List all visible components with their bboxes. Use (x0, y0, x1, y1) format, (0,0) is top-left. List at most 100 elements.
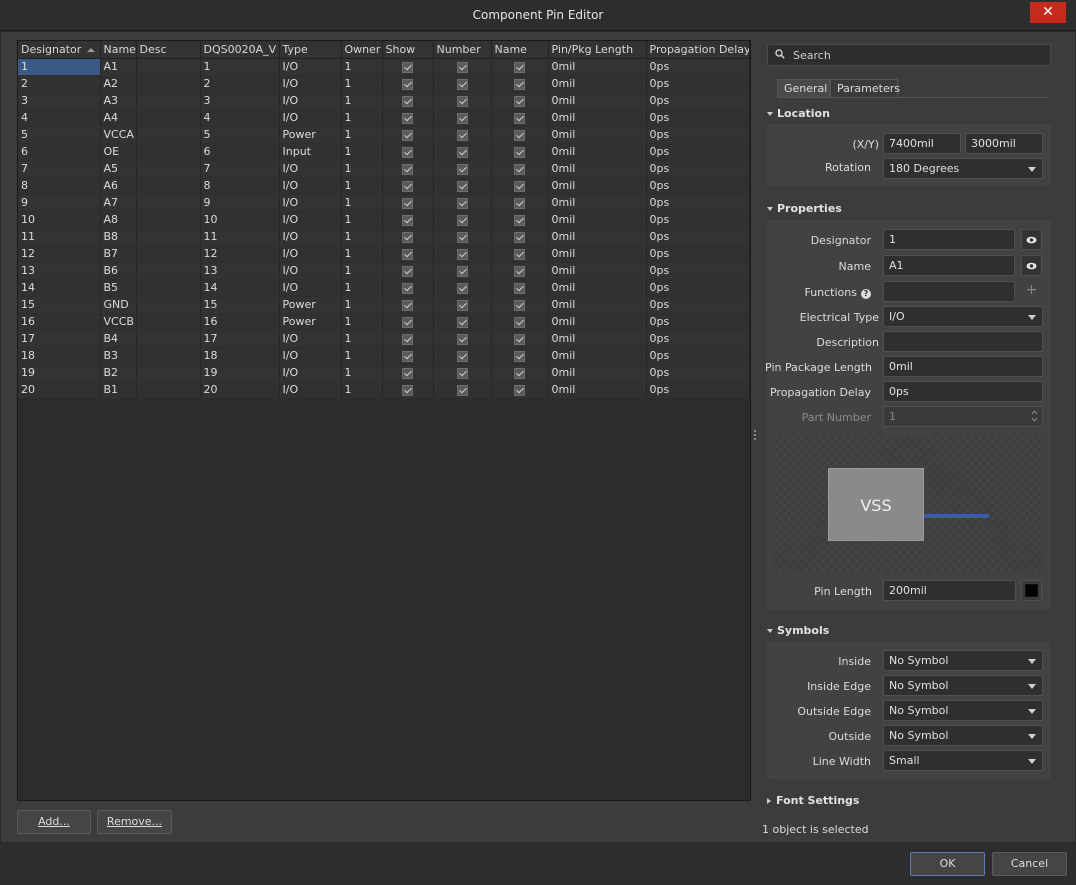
cell-type[interactable]: I/O (279, 330, 342, 348)
cell-owner[interactable]: 1 (341, 228, 383, 246)
cell-pin-pkg-length[interactable]: 0mil (548, 279, 647, 297)
cell-pin-pkg-length[interactable]: 0mil (548, 58, 647, 76)
checkbox-checked[interactable] (514, 265, 525, 277)
pin-length-input[interactable]: 200mil (883, 580, 1016, 601)
cell-pin-pkg-length[interactable]: 0mil (548, 160, 647, 178)
cell-owner[interactable]: 1 (341, 126, 383, 144)
cell-desc[interactable] (136, 262, 201, 280)
checkbox-checked[interactable] (514, 180, 525, 192)
cell-pin-pkg-length[interactable]: 0mil (548, 75, 647, 93)
cell-type[interactable]: I/O (279, 160, 342, 178)
table-row[interactable]: 6 OE 6 Input 1 0mil 0ps (18, 143, 750, 161)
cell-owner[interactable]: 1 (341, 58, 383, 76)
cell-propagation-delay[interactable]: 0ps (646, 313, 750, 331)
checkbox-checked[interactable] (514, 231, 525, 243)
checkbox-checked[interactable] (402, 282, 413, 294)
cell-designator[interactable]: 6 (18, 143, 101, 161)
table-row[interactable]: 19 B2 19 I/O 1 0mil 0ps (18, 364, 750, 382)
cell-name[interactable]: A1 (100, 58, 137, 76)
checkbox-checked[interactable] (402, 197, 413, 209)
cell-package[interactable]: 4 (200, 109, 280, 127)
cell-pin-pkg-length[interactable]: 0mil (548, 330, 647, 348)
checkbox-checked[interactable] (456, 180, 468, 192)
search-input[interactable]: Search (767, 44, 1051, 66)
cell-name[interactable]: B3 (100, 347, 137, 365)
cell-type[interactable]: I/O (279, 194, 342, 212)
cell-desc[interactable] (136, 296, 201, 314)
cell-propagation-delay[interactable]: 0ps (646, 330, 750, 348)
cell-pin-pkg-length[interactable]: 0mil (548, 92, 647, 110)
cell-name[interactable]: A3 (100, 92, 137, 110)
cell-type[interactable]: Power (279, 296, 342, 314)
col-header-package[interactable]: DQS0020A_V (200, 41, 280, 59)
table-row[interactable]: 1 A1 1 I/O 1 0mil 0ps (18, 58, 750, 76)
cell-pin-pkg-length[interactable]: 0mil (548, 109, 647, 127)
cell-propagation-delay[interactable]: 0ps (646, 160, 750, 178)
cell-package[interactable]: 13 (200, 262, 280, 280)
checkbox-checked[interactable] (514, 214, 525, 226)
cell-pin-pkg-length[interactable]: 0mil (548, 143, 647, 161)
checkbox-checked[interactable] (402, 384, 413, 396)
cell-propagation-delay[interactable]: 0ps (646, 228, 750, 246)
cell-owner[interactable]: 1 (341, 92, 383, 110)
cell-package[interactable]: 15 (200, 296, 280, 314)
cell-type[interactable]: I/O (279, 364, 342, 382)
cell-desc[interactable] (136, 313, 201, 331)
checkbox-checked[interactable] (456, 299, 468, 311)
checkbox-checked[interactable] (456, 282, 468, 294)
checkbox-checked[interactable] (514, 299, 525, 311)
cell-desc[interactable] (136, 279, 201, 297)
cell-package[interactable]: 2 (200, 75, 280, 93)
cell-desc[interactable] (136, 109, 201, 127)
cell-pin-pkg-length[interactable]: 0mil (548, 211, 647, 229)
checkbox-checked[interactable] (402, 248, 413, 260)
checkbox-checked[interactable] (514, 95, 525, 107)
cell-desc[interactable] (136, 75, 201, 93)
cell-name[interactable]: A4 (100, 109, 137, 127)
cell-name[interactable]: B8 (100, 228, 137, 246)
cell-owner[interactable]: 1 (341, 262, 383, 280)
checkbox-checked[interactable] (514, 163, 525, 175)
cell-designator[interactable]: 4 (18, 109, 101, 127)
cell-owner[interactable]: 1 (341, 177, 383, 195)
cancel-button[interactable]: Cancel (992, 852, 1067, 876)
checkbox-checked[interactable] (456, 146, 468, 158)
checkbox-checked[interactable] (402, 231, 413, 243)
add-button[interactable]: Add... (17, 810, 91, 834)
cell-package[interactable]: 10 (200, 211, 280, 229)
table-row[interactable]: 10 A8 10 I/O 1 0mil 0ps (18, 211, 750, 229)
table-row[interactable]: 14 B5 14 I/O 1 0mil 0ps (18, 279, 750, 297)
cell-designator[interactable]: 9 (18, 194, 101, 212)
cell-propagation-delay[interactable]: 0ps (646, 177, 750, 195)
cell-package[interactable]: 19 (200, 364, 280, 382)
section-properties-header[interactable]: Properties (767, 202, 842, 215)
cell-type[interactable]: I/O (279, 228, 342, 246)
cell-package[interactable]: 16 (200, 313, 280, 331)
cell-designator[interactable]: 20 (18, 381, 101, 399)
cell-pin-pkg-length[interactable]: 0mil (548, 177, 647, 195)
checkbox-checked[interactable] (456, 248, 468, 260)
cell-package[interactable]: 14 (200, 279, 280, 297)
pin-table[interactable]: Designator Name Desc DQS0020A_V Type Own… (17, 40, 751, 801)
cell-designator[interactable]: 13 (18, 262, 101, 280)
ok-button[interactable]: OK (910, 852, 985, 876)
line-width-dropdown[interactable]: Small (883, 750, 1043, 771)
cell-type[interactable]: I/O (279, 75, 342, 93)
cell-designator[interactable]: 1 (18, 58, 101, 76)
table-row[interactable]: 8 A6 8 I/O 1 0mil 0ps (18, 177, 750, 195)
inside-symbol-dropdown[interactable]: No Symbol (883, 650, 1043, 671)
checkbox-checked[interactable] (402, 112, 413, 124)
checkbox-checked[interactable] (514, 384, 525, 396)
col-header-show[interactable]: Show (382, 41, 434, 59)
cell-owner[interactable]: 1 (341, 381, 383, 399)
checkbox-checked[interactable] (402, 129, 413, 141)
close-button[interactable]: ✕ (1030, 2, 1066, 23)
cell-name[interactable]: B2 (100, 364, 137, 382)
cell-owner[interactable]: 1 (341, 279, 383, 297)
pin-package-length-input[interactable]: 0mil (883, 356, 1043, 377)
cell-designator[interactable]: 16 (18, 313, 101, 331)
cell-propagation-delay[interactable]: 0ps (646, 194, 750, 212)
checkbox-checked[interactable] (456, 333, 468, 345)
cell-name[interactable]: B1 (100, 381, 137, 399)
cell-owner[interactable]: 1 (341, 245, 383, 263)
